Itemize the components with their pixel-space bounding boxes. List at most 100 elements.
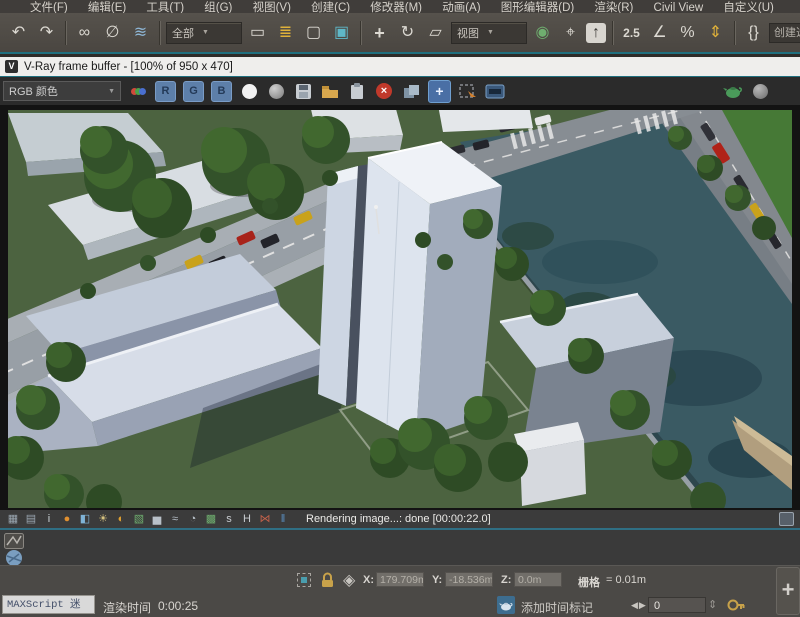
vfb-green-channel-button[interactable]: G [183,81,204,102]
x-coordinate-label: X: [363,574,374,586]
x-coordinate-field[interactable]: 179.709m [376,572,424,587]
vfb-background-icon[interactable]: ▩ [202,512,220,527]
vfb-render-canvas[interactable] [0,105,800,510]
vfb-render-status-text: Rendering image...: done [00:00:22.0] [306,513,491,525]
vfb-curves-icon[interactable]: ≈ [166,512,184,527]
vfb-ab-compare-icon[interactable]: ⋈ [256,512,274,527]
selection-filter-dropdown[interactable]: 全部 ▼ [166,22,242,44]
toolbar-separator [612,21,613,45]
bottom-bar: MAXScript 迷 渲染时间 0:00:25 添加时间标记 ◀▶ 0 ⇕ [0,593,800,617]
maxscript-mini-listener[interactable]: MAXScript 迷 [2,595,95,614]
time-tag-teapot-icon[interactable] [497,596,515,614]
menu-item-5[interactable]: 视图(V) [253,0,291,13]
vfb-red-channel-button[interactable]: R [155,81,176,102]
spinner-snap-icon[interactable]: ⇕ [703,20,728,46]
select-and-rotate-icon[interactable]: ↻ [395,20,420,46]
vfb-stamp-toggle-icon[interactable] [779,512,794,526]
menu-item-10[interactable]: 渲染(R) [594,0,633,13]
vfb-clear-image-icon[interactable]: × [374,81,394,101]
menu-item-12[interactable]: 自定义(U) [723,0,773,13]
select-and-manipulate-icon[interactable]: ⌖ [558,20,583,46]
current-frame-field[interactable]: 0 [648,597,706,613]
select-and-move-icon[interactable]: + [367,20,392,46]
undo-icon[interactable]: ↶ [6,20,31,46]
render-image[interactable] [8,110,792,508]
y-coordinate-label: Y: [432,574,442,586]
vfb-region-render-icon[interactable] [458,81,478,101]
vfb-monochrome-icon[interactable] [266,81,286,101]
menu-bar: 文件(F) 编辑(E) 工具(T) 组(G) 视图(V) 创建(C) 修改器(M) 动画(A)… [0,0,800,13]
viewport-strip [0,528,800,565]
vfb-white-balance-icon[interactable]: ◧ [76,512,94,527]
menu-item-6[interactable]: 创建(C) [311,0,350,13]
vfb-alpha-channel-icon[interactable] [239,81,259,101]
angle-snap-icon[interactable]: ∠ [647,20,672,46]
reference-coordinate-value: 视图 [457,25,479,41]
use-pivot-center-icon[interactable]: ◉ [530,20,555,46]
percent-snap-icon[interactable]: % [675,20,700,46]
vfb-hue-saturation-icon[interactable]: ◐ [112,512,130,527]
set-key-icon[interactable] [727,597,745,617]
vfb-channel-dropdown[interactable]: RGB 颜色 ▼ [3,81,121,101]
window-crossing-icon[interactable]: ▣ [329,20,354,46]
vfb-save-image-icon[interactable] [293,81,313,101]
vfb-lut-icon[interactable]: H [238,512,256,527]
vfb-load-image-icon[interactable] [320,81,340,101]
vfb-exposure-gauge-icon[interactable]: ◔ [184,512,202,527]
vfb-srgb-icon[interactable]: s [220,512,238,527]
z-coordinate-field[interactable]: 0.0m [514,572,562,587]
select-and-link-icon[interactable]: ∞ [72,20,97,46]
rendered-scene [8,110,792,508]
y-coordinate-field[interactable]: -18.536m [445,572,493,587]
vfb-stamp-icon[interactable] [485,81,505,101]
vfb-render-sphere-icon[interactable] [750,81,770,101]
keyboard-shortcut-override-icon[interactable]: ↑ [586,23,606,43]
vfb-exposure-icon[interactable]: ☀ [94,512,112,527]
menu-item-4[interactable]: 组(G) [204,0,232,13]
frame-spinner-icon[interactable]: ⇕ [708,598,717,611]
menu-item-9[interactable]: 图形编辑器(D) [501,0,574,13]
vfb-duplicate-to-host-icon[interactable] [401,81,421,101]
edit-named-selection-sets-icon[interactable]: {} [741,20,766,46]
vfb-render-last-teapot-icon[interactable] [723,81,743,101]
vfb-stereo-icon[interactable]: ‖ [274,512,292,527]
selection-filter-value: 全部 [172,25,194,41]
menu-item-3[interactable]: 工具(T) [146,0,184,13]
menu-item-8[interactable]: 动画(A) [442,0,480,13]
vray-logo-icon: V [5,60,18,73]
vfb-color-sampler-icon[interactable]: ● [58,512,76,527]
bind-to-space-warp-icon[interactable]: ≋ [128,20,153,46]
menu-item-1[interactable]: 文件(F) [30,0,68,13]
add-time-tag-button[interactable]: 添加时间标记 [521,599,593,616]
pan-view-button[interactable]: + [776,567,800,615]
named-selection-set-field[interactable]: 创建选择集 [769,23,800,43]
vfb-color-balance-icon[interactable]: ▧ [130,512,148,527]
selection-lock-icon[interactable] [320,572,335,593]
menu-item-11[interactable]: Civil View [654,0,704,13]
select-object-icon[interactable]: ▭ [245,20,270,46]
vfb-copy-to-clipboard-icon[interactable] [347,81,367,101]
vfb-track-mouse-icon[interactable]: + [428,80,451,103]
vfb-levels-icon[interactable]: ▅ [148,512,166,527]
frame-step-arrows[interactable]: ◀▶ [631,600,647,611]
vfb-pixel-info-icon[interactable]: i [40,512,58,527]
vfb-history-icon[interactable]: ▤ [22,512,40,527]
snaps-toggle-icon[interactable]: 2.5 [619,20,644,46]
absolute-offset-mode-icon[interactable]: ◈ [343,570,355,590]
menu-item-2[interactable]: 编辑(E) [88,0,126,13]
3dsmax-application-window: 文件(F) 编辑(E) 工具(T) 组(G) 视图(V) 创建(C) 修改器(M) 动画(A)… [0,0,800,617]
reference-coordinate-dropdown[interactable]: 视图 ▼ [451,22,527,44]
render-time-value: 0:00:25 [158,599,198,613]
toolbar-separator [360,21,361,45]
select-by-name-icon[interactable]: ≣ [273,20,298,46]
vfb-rgb-channels-icon[interactable] [128,81,148,101]
vfb-blue-channel-button[interactable]: B [211,81,232,102]
menu-item-7[interactable]: 修改器(M) [370,0,422,13]
selection-region-icon[interactable] [297,573,311,587]
redo-icon[interactable]: ↷ [34,20,59,46]
unlink-selection-icon[interactable]: ∅ [100,20,125,46]
vfb-title-bar[interactable]: V V-Ray frame buffer - [100% of 950 x 47… [0,57,800,76]
vfb-save-icon[interactable]: ▦ [4,512,22,527]
select-and-scale-icon[interactable]: ▱ [423,20,448,46]
rectangular-selection-region-icon[interactable]: ▢ [301,20,326,46]
